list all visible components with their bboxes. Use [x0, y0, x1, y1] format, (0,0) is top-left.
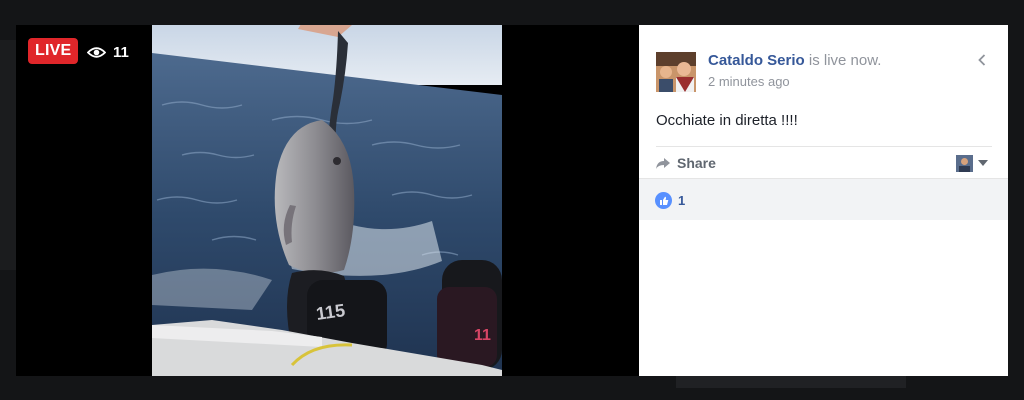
caret-down-icon: [978, 160, 988, 166]
divider: [656, 146, 992, 147]
like-count: 1: [678, 193, 686, 208]
chevron-left-icon: [978, 54, 986, 66]
live-video-stage[interactable]: 115 11 LIVE 11: [16, 25, 639, 376]
avatar-photo: [656, 52, 696, 92]
share-button[interactable]: Share: [655, 153, 716, 173]
post-message: Occhiate in diretta !!!!: [656, 112, 798, 129]
svg-text:11: 11: [474, 327, 491, 344]
viewer-avatar: [956, 154, 973, 172]
viewer-count-value: 11: [113, 43, 129, 61]
background-edge: [0, 40, 16, 270]
svg-text:115: 115: [315, 300, 347, 324]
like-icon: [655, 192, 672, 209]
video-scene: 115 11: [152, 25, 502, 376]
background-strip: [676, 376, 906, 388]
share-label: Share: [677, 155, 716, 171]
audience-selector[interactable]: [956, 153, 988, 173]
video-frame[interactable]: 115 11: [152, 25, 502, 376]
live-badge: LIVE: [28, 38, 79, 64]
live-status-text: is live now.: [804, 52, 882, 69]
author-line: Cataldo Serio is live now.: [708, 52, 881, 69]
reactions-bar: 1: [639, 178, 1008, 220]
author-name-link[interactable]: Cataldo Serio: [708, 52, 805, 69]
author-avatar[interactable]: [656, 52, 696, 92]
post-panel: Cataldo Serio is live now. 2 minutes ago…: [639, 25, 1008, 376]
like-summary[interactable]: 1: [655, 192, 685, 209]
eye-icon: [87, 46, 106, 58]
back-button[interactable]: [973, 50, 991, 70]
share-arrow-icon: [656, 157, 670, 169]
post-timestamp[interactable]: 2 minutes ago: [708, 74, 790, 89]
viewer-count: 11: [87, 41, 129, 63]
